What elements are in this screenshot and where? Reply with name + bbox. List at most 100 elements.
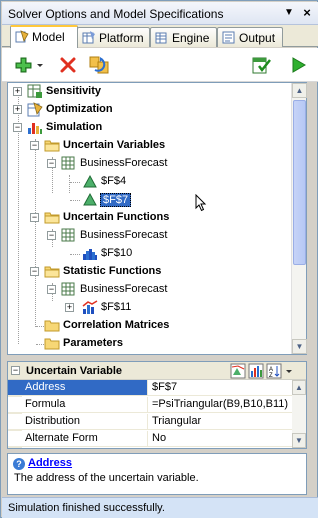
tree-scrollbar[interactable]: ▲ ▼ bbox=[291, 83, 307, 354]
scroll-up-icon[interactable]: ▲ bbox=[292, 83, 307, 98]
description-title[interactable]: Address bbox=[28, 457, 72, 469]
property-value[interactable]: $F$7 bbox=[149, 380, 292, 395]
refresh-icon[interactable] bbox=[87, 55, 111, 75]
tree-item-uv-f7[interactable]: $F$7 bbox=[8, 191, 288, 209]
tree-label: BusinessForecast bbox=[80, 157, 168, 169]
description-text: The address of the uncertain variable. bbox=[14, 472, 199, 484]
chevron-down-icon[interactable] bbox=[284, 363, 294, 379]
tree-label: Optimization bbox=[46, 103, 113, 115]
tree-label: Parameters bbox=[63, 337, 123, 349]
sort-icon[interactable]: A Z bbox=[266, 363, 282, 379]
folder-icon bbox=[44, 338, 60, 350]
tree-item-uf-sheet[interactable]: − BusinessForecast bbox=[8, 227, 288, 245]
expand-icon[interactable]: + bbox=[13, 87, 22, 96]
tree-label: Simulation bbox=[46, 121, 103, 133]
property-row-address[interactable]: Address $F$7 bbox=[8, 380, 292, 396]
output-icon bbox=[222, 31, 235, 44]
histogram-icon bbox=[83, 249, 97, 260]
collapse-icon[interactable]: − bbox=[30, 267, 39, 276]
worksheet-icon bbox=[61, 228, 75, 242]
property-row-distribution[interactable]: Distribution Triangular bbox=[8, 414, 292, 430]
collapse-icon[interactable]: − bbox=[47, 231, 56, 240]
scroll-down-icon[interactable]: ▼ bbox=[292, 339, 307, 354]
property-category-label: Uncertain Variable bbox=[26, 365, 122, 377]
tree-label: Uncertain Variables bbox=[63, 139, 166, 151]
status-text: Simulation finished successfully. bbox=[8, 502, 165, 514]
tree-item-uncertain-functions[interactable]: − Uncertain Functions bbox=[8, 209, 288, 227]
property-name: Distribution bbox=[8, 414, 148, 429]
tree-item-uncertain-variables[interactable]: − Uncertain Variables bbox=[8, 137, 288, 155]
property-scrollbar[interactable]: ▲ ▼ bbox=[292, 380, 306, 448]
tree-item-optimization[interactable]: + Optimization bbox=[8, 101, 288, 119]
tree-item-sensitivity[interactable]: + Sensitivity bbox=[8, 83, 288, 101]
property-value[interactable]: No bbox=[149, 431, 292, 446]
tree-item-sf-sheet[interactable]: − BusinessForecast bbox=[8, 281, 288, 299]
svg-text:Z: Z bbox=[269, 373, 273, 379]
property-name: Formula bbox=[8, 397, 148, 412]
tree-item-uv-f4[interactable]: $F$4 bbox=[8, 173, 288, 191]
triangular-distribution-icon bbox=[83, 174, 97, 188]
scroll-down-icon[interactable]: ▼ bbox=[292, 433, 306, 448]
collapse-icon[interactable]: − bbox=[30, 141, 39, 150]
tree-label: $F$10 bbox=[101, 247, 133, 259]
pin-dropdown-icon[interactable]: ▼ bbox=[283, 7, 295, 19]
scroll-up-icon[interactable]: ▲ bbox=[292, 380, 306, 395]
scroll-thumb[interactable] bbox=[293, 100, 306, 265]
histogram-view-icon[interactable] bbox=[248, 363, 264, 379]
property-value[interactable]: Triangular bbox=[149, 414, 292, 429]
platform-icon bbox=[82, 31, 95, 44]
toolbar bbox=[2, 48, 318, 82]
collapse-icon[interactable]: − bbox=[11, 366, 20, 375]
solve-icon[interactable] bbox=[288, 55, 308, 75]
property-row-alternate-form[interactable]: Alternate Form No bbox=[8, 431, 292, 447]
property-row-formula[interactable]: Formula =PsiTriangular(B9,B10,B11) bbox=[8, 397, 292, 413]
description-box: ? Address The address of the uncertain v… bbox=[7, 453, 307, 495]
collapse-icon[interactable]: − bbox=[47, 159, 56, 168]
tree-item-uf-f10[interactable]: $F$10 bbox=[8, 245, 288, 263]
close-icon[interactable]: × bbox=[300, 6, 314, 20]
chart-view-icon[interactable] bbox=[230, 363, 246, 379]
property-grid: − Uncertain Variable A Z Address $F$7 Fo… bbox=[7, 361, 307, 449]
tab-output[interactable]: Output bbox=[217, 27, 283, 47]
tab-label: Platform bbox=[99, 31, 144, 45]
tree-item-simulation[interactable]: − Simulation bbox=[8, 119, 288, 137]
tree-label: $F$4 bbox=[101, 175, 127, 187]
tree-label: Correlation Matrices bbox=[63, 319, 170, 331]
property-name: Address bbox=[8, 380, 148, 395]
collapse-icon[interactable]: − bbox=[13, 123, 22, 132]
tree-item-correlation-matrices[interactable]: Correlation Matrices bbox=[8, 317, 288, 335]
analyze-icon[interactable] bbox=[251, 55, 273, 75]
property-value[interactable]: =PsiTriangular(B9,B10,B11) bbox=[149, 397, 292, 412]
expand-icon[interactable]: + bbox=[65, 303, 74, 312]
tab-engine[interactable]: Engine bbox=[150, 27, 217, 47]
tree-item-parameters[interactable]: Parameters bbox=[8, 335, 288, 353]
tree-label: BusinessForecast bbox=[80, 283, 168, 295]
tab-model[interactable]: Model bbox=[10, 25, 78, 48]
statistic-icon bbox=[82, 300, 98, 314]
delete-icon[interactable] bbox=[58, 55, 78, 75]
add-icon[interactable] bbox=[13, 55, 33, 75]
expand-icon[interactable]: + bbox=[13, 105, 22, 114]
chevron-down-icon[interactable] bbox=[35, 55, 45, 75]
property-name: Alternate Form bbox=[8, 431, 148, 446]
folder-icon bbox=[44, 320, 60, 332]
property-category-header[interactable]: − Uncertain Variable A Z bbox=[8, 362, 306, 380]
folder-icon bbox=[44, 140, 60, 152]
tree-item-uv-sheet[interactable]: − BusinessForecast bbox=[8, 155, 288, 173]
tree-item-statistic-functions[interactable]: − Statistic Functions bbox=[8, 263, 288, 281]
sensitivity-icon bbox=[27, 84, 42, 98]
tree-item-sf-f11[interactable]: + $F$11 bbox=[8, 299, 288, 317]
title-bar: Solver Options and Model Specifications … bbox=[2, 2, 318, 25]
optimization-icon bbox=[27, 102, 43, 117]
tree-label: $F$11 bbox=[101, 301, 132, 313]
window-title: Solver Options and Model Specifications bbox=[8, 7, 224, 21]
tab-platform[interactable]: Platform bbox=[77, 27, 150, 47]
model-tree: + Sensitivity + Optimization − Simulatio… bbox=[7, 82, 307, 355]
collapse-icon[interactable]: − bbox=[30, 213, 39, 222]
collapse-icon[interactable]: − bbox=[47, 285, 56, 294]
status-bar: Simulation finished successfully. bbox=[2, 497, 318, 518]
folder-icon bbox=[44, 266, 60, 278]
model-icon bbox=[15, 30, 29, 43]
mouse-cursor-icon bbox=[195, 194, 207, 212]
folder-icon bbox=[44, 212, 60, 224]
